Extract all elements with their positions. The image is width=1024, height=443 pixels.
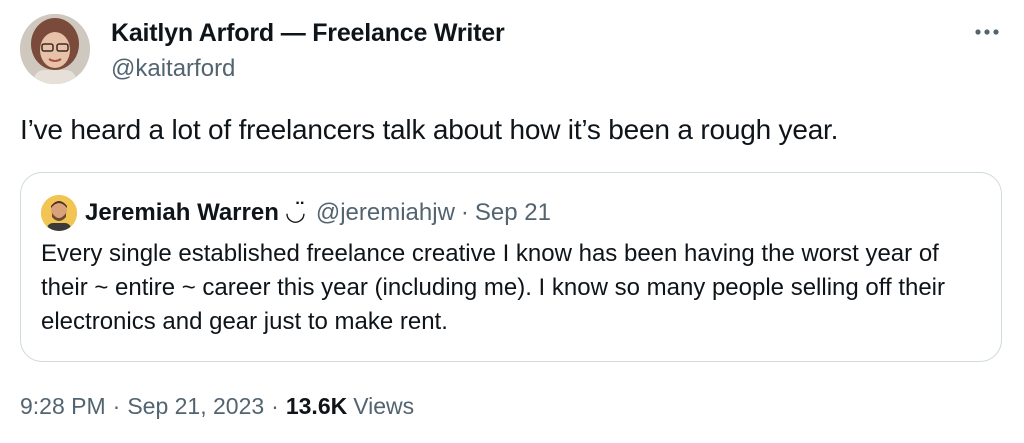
tweet-text: I’ve heard a lot of freelancers talk abo…: [20, 114, 839, 145]
quoted-author-handle[interactable]: @jeremiahjw: [316, 199, 455, 227]
quoted-author-name[interactable]: Jeremiah Warren: [85, 199, 279, 227]
author-handle[interactable]: @kaitarford: [111, 55, 235, 83]
quoted-tweet[interactable]: Jeremiah Warren ◡̈ @jeremiahjw · Sep 21 …: [20, 172, 1002, 362]
meta-separator-2: ·: [271, 393, 279, 419]
quoted-avatar-image: [41, 195, 77, 231]
quoted-date[interactable]: Sep 21: [475, 199, 551, 227]
quoted-header: Jeremiah Warren ◡̈ @jeremiahjw · Sep 21: [85, 198, 551, 227]
tweet-meta: 9:28 PM · Sep 21, 2023 · 13.6K Views: [20, 393, 414, 420]
views-label: Views: [353, 393, 415, 419]
author-avatar[interactable]: [20, 14, 90, 84]
author-name[interactable]: Kaitlyn Arford — Freelance Writer: [111, 19, 505, 48]
more-horizontal-icon: [975, 29, 999, 35]
tweet-time[interactable]: 9:28 PM: [20, 393, 106, 420]
more-options-button[interactable]: [972, 20, 1002, 44]
quoted-author-emoji: ◡̈: [284, 199, 306, 226]
meta-separator: ·: [112, 393, 121, 419]
quoted-author-avatar[interactable]: [41, 195, 77, 231]
tweet-date[interactable]: Sep 21, 2023: [127, 393, 264, 420]
views-count: 13.6K: [285, 393, 348, 419]
author-avatar-image: [20, 14, 90, 84]
quoted-separator: ·: [460, 199, 469, 226]
tweet: Kaitlyn Arford — Freelance Writer @kaita…: [0, 0, 1024, 443]
quoted-text: Every single established freelance creat…: [41, 240, 946, 335]
